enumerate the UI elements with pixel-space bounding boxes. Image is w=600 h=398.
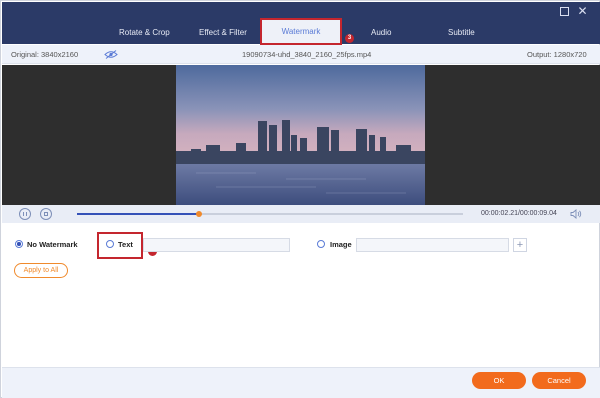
progress-track[interactable] bbox=[77, 211, 463, 217]
original-resolution: Original: 3840x2160 bbox=[11, 50, 79, 59]
eye-slash-icon[interactable] bbox=[104, 50, 118, 59]
pause-button[interactable] bbox=[19, 208, 31, 220]
apply-to-all-button[interactable]: Apply to All bbox=[14, 263, 68, 278]
stop-icon bbox=[44, 212, 48, 216]
watermark-text-input[interactable] bbox=[143, 238, 290, 252]
output-resolution: Output: 1280x720 bbox=[527, 50, 587, 59]
file-info-bar: Original: 3840x2160 19090734-uhd_3840_21… bbox=[2, 45, 600, 64]
progress-handle[interactable] bbox=[195, 211, 202, 217]
tab-rotate-crop[interactable]: Rotate & Crop bbox=[119, 28, 170, 37]
city-skyline-frame bbox=[176, 65, 425, 205]
maximize-icon[interactable] bbox=[560, 7, 569, 16]
progress-fill bbox=[77, 213, 199, 215]
tab-watermark[interactable]: Watermark bbox=[260, 18, 342, 45]
add-image-button[interactable]: + bbox=[513, 238, 527, 252]
close-icon[interactable]: ✕ bbox=[577, 5, 588, 17]
playback-controls: 00:00:02.21/00:00:09.04 bbox=[2, 205, 600, 223]
file-name: 19090734-uhd_3840_2160_25fps.mp4 bbox=[242, 50, 372, 59]
watermark-image-path-input[interactable] bbox=[356, 238, 509, 252]
tab-subtitle[interactable]: Subtitle bbox=[448, 28, 475, 37]
no-watermark-radio[interactable] bbox=[15, 240, 23, 248]
tab-effect-filter[interactable]: Effect & Filter bbox=[199, 28, 247, 37]
tab-audio[interactable]: Audio bbox=[371, 28, 391, 37]
ok-button[interactable]: OK bbox=[472, 372, 526, 389]
image-radio[interactable] bbox=[317, 240, 325, 248]
image-label[interactable]: Image bbox=[330, 240, 352, 249]
stop-button[interactable] bbox=[40, 208, 52, 220]
speaker-icon[interactable] bbox=[570, 209, 582, 219]
no-watermark-label[interactable]: No Watermark bbox=[27, 240, 78, 249]
cancel-button[interactable]: Cancel bbox=[532, 372, 586, 389]
video-preview bbox=[176, 65, 425, 205]
step-badge-watermark: 3 bbox=[345, 34, 354, 43]
text-option-highlight bbox=[97, 232, 143, 259]
time-display: 00:00:02.21/00:00:09.04 bbox=[481, 210, 557, 217]
watermark-editor-window: ✕ Rotate & Crop Effect & Filter Audio Su… bbox=[0, 0, 600, 398]
pause-icon bbox=[23, 212, 27, 216]
